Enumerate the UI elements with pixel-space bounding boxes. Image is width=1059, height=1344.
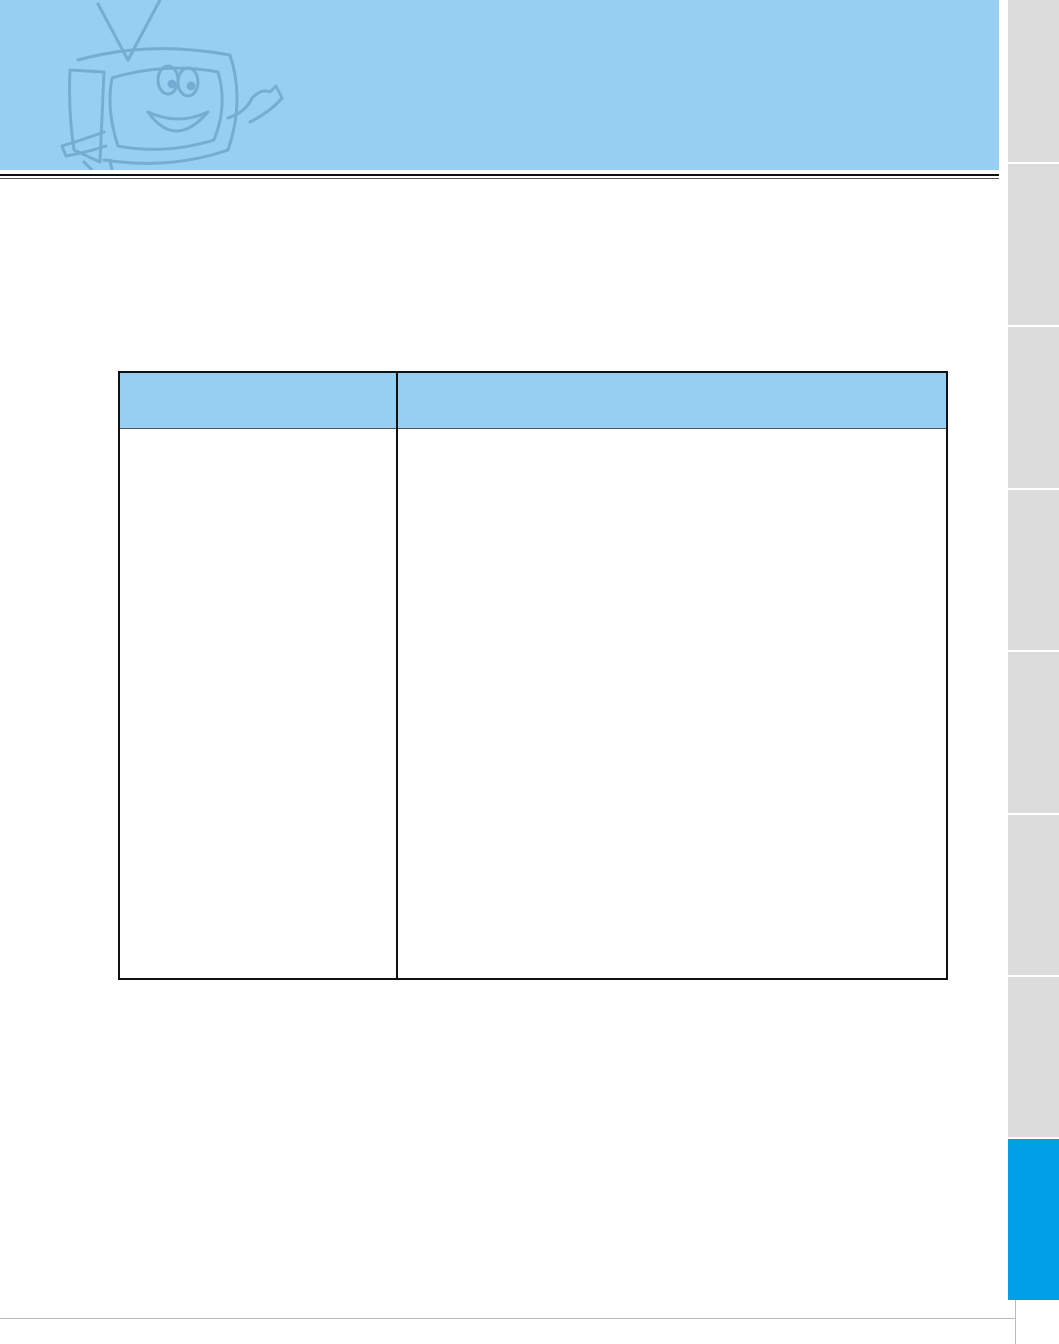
header-banner bbox=[0, 0, 999, 170]
info-table bbox=[118, 371, 948, 980]
side-tab-7[interactable] bbox=[1008, 977, 1059, 1137]
header-rule-thin bbox=[0, 178, 999, 179]
table-header-rule bbox=[120, 428, 946, 429]
footer-tick bbox=[1015, 1300, 1016, 1344]
table-column-divider bbox=[396, 373, 398, 978]
table-header-right bbox=[398, 373, 946, 428]
side-tab-6[interactable] bbox=[1008, 815, 1059, 975]
side-section-tabs bbox=[1008, 0, 1059, 1300]
side-tab-3[interactable] bbox=[1008, 327, 1059, 488]
side-tab-5[interactable] bbox=[1008, 652, 1059, 813]
side-tab-4[interactable] bbox=[1008, 490, 1059, 650]
footer-rule bbox=[0, 1318, 1015, 1319]
header-rule-thick bbox=[0, 174, 999, 176]
side-tab-2[interactable] bbox=[1008, 164, 1059, 325]
tv-mascot-icon bbox=[60, 0, 284, 170]
side-tab-8-active[interactable] bbox=[1008, 1139, 1059, 1300]
table-header-left bbox=[120, 373, 396, 428]
side-tab-1[interactable] bbox=[1008, 0, 1059, 162]
